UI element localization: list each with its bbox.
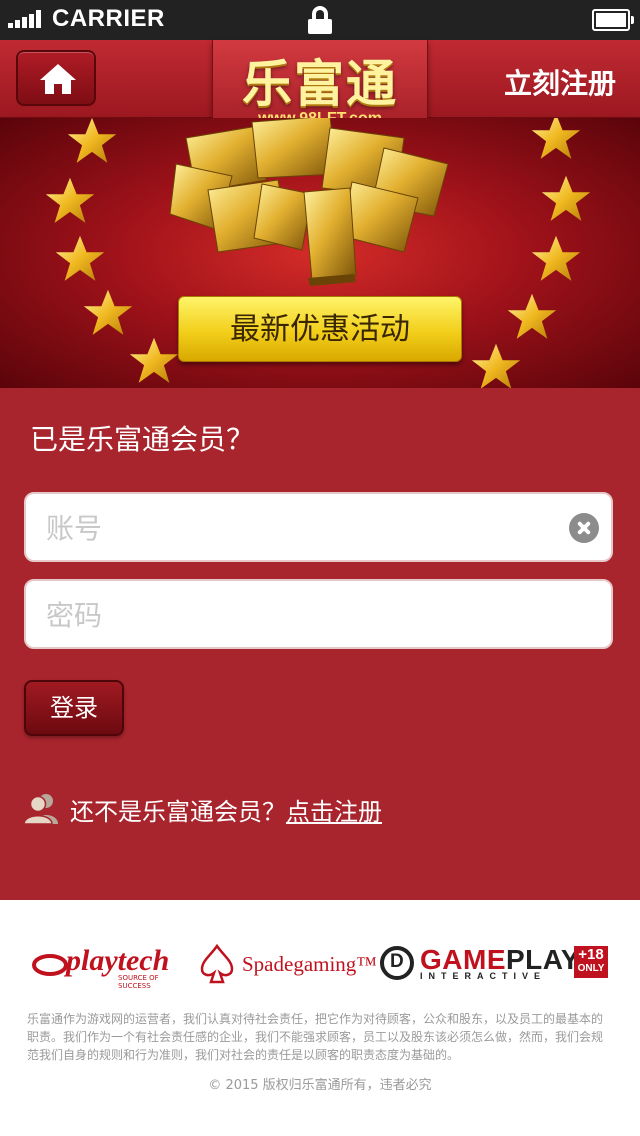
gameplay-logo: GAMEPLAY INTERACTIVE [380,944,580,984]
age-restriction-badge: +18 ONLY [574,946,608,978]
spadegaming-name: Spadegaming™ [242,952,377,976]
login-title: 已是乐富通会员？ [30,423,255,456]
playtech-swoosh-icon [32,954,68,976]
copyright-text: © 2015 版权归乐富通所有，违者必究 [208,1078,432,1093]
password-input[interactable] [46,593,566,637]
spade-icon [200,944,234,984]
battery-icon [592,9,634,31]
spadegaming-logo: Spadegaming™ [200,944,377,984]
password-field[interactable] [24,579,613,649]
not-member-text: 还不是乐富通会员？点击注册 [70,792,382,827]
clear-icon[interactable] [569,513,599,543]
responsibility-disclaimer: 乐富通作为游戏网的运营者，我们认真对待社会责任，把它作为对待顾客，公众和股东，以… [27,1012,604,1062]
carrier-name: CARRIER [52,5,165,32]
gameplay-subtitle: INTERACTIVE [420,971,547,981]
register-now-link[interactable]: 立刻注册 [504,62,616,102]
logo-text: 乐富通 [242,55,398,113]
signal-strength-icon [8,10,48,28]
lock-icon [308,6,332,34]
click-register-link[interactable]: 点击注册 [286,798,382,826]
account-input[interactable] [46,506,566,550]
playtech-tagline: SOURCE OF SUCCESS [118,974,159,990]
users-icon [24,794,58,824]
home-button[interactable] [16,50,96,106]
account-field[interactable] [24,492,613,562]
footer: playtech SOURCE OF SUCCESS Spadegaming™ … [0,900,640,1136]
home-icon [40,64,76,94]
gold-bars-icon [169,118,449,286]
latest-promotions-button[interactable]: 最新优惠活动 [178,296,462,362]
login-button[interactable]: 登录 [24,680,124,736]
promo-banner[interactable]: 最新优惠活动 [0,118,640,388]
app-header: 乐富通 www.98LFT.com 立刻注册 [0,40,640,138]
playtech-name: playtech [66,944,170,977]
login-section: 已是乐富通会员？ 登录 还不是乐富通会员？点击注册 [0,388,640,900]
status-bar: CARRIER [0,0,640,40]
gameplay-icon [380,946,414,980]
not-member-label: 还不是乐富通会员？ [70,798,286,826]
playtech-logo: playtech SOURCE OF SUCCESS [32,944,178,990]
